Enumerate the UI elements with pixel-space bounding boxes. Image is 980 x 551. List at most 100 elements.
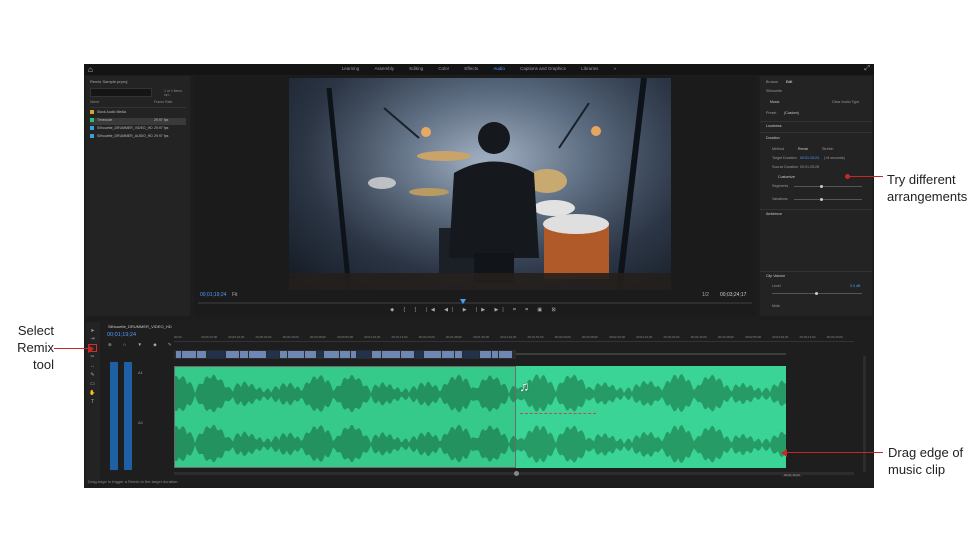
callout-line [787,452,883,453]
tab-edit[interactable]: Edit [786,80,792,84]
callout-select-remix: Select Remix tool [17,323,54,372]
customize-section[interactable]: Customize [778,175,795,179]
fullscreen-icon[interactable]: ⤢ [864,65,870,73]
clear-audio-type-button[interactable]: Clear Audio Type [832,100,859,104]
video-clip-segment[interactable] [182,351,196,358]
sequence-tab[interactable]: Silhouette_DRUMMER_VIDEO_HD [108,324,172,329]
level-slider-handle[interactable] [815,292,818,295]
video-frame[interactable] [289,78,671,290]
search-input[interactable] [90,88,152,97]
mute-checkbox[interactable]: Mute [772,304,780,308]
video-clip-segment[interactable] [340,351,350,358]
program-scrub-bar[interactable] [198,302,752,304]
video-clip-segment[interactable] [455,351,462,358]
target-duration-label: Target Duration [772,156,797,160]
video-clip-segment[interactable] [176,351,181,358]
video-clip-segment[interactable] [280,351,287,358]
workspace-tab[interactable]: Assembly [375,66,395,71]
video-clip-segment[interactable] [317,351,323,358]
pen-tool-icon[interactable]: ✎ [89,372,96,378]
program-timecode[interactable]: 00;01;19;24 [200,292,226,298]
video-clip-segment[interactable] [288,351,304,358]
video-clip-segment[interactable] [240,351,248,358]
music-clip-original[interactable] [174,366,516,468]
workspace-tab[interactable]: Effects [464,66,478,71]
source-duration-label: Source Duration [772,165,798,169]
column-fps[interactable]: Frame Rate [154,100,172,104]
video-clip-segment[interactable] [492,351,498,358]
fit-dropdown[interactable]: Fit [232,292,238,298]
workspace-tab-audio[interactable]: Audio [493,66,505,71]
segments-slider-handle[interactable] [820,185,823,188]
loudness-section[interactable]: Loudness [766,124,782,128]
video-clip-segment[interactable] [424,351,441,358]
video-clip-segment[interactable] [415,351,423,358]
workspace-tab[interactable]: Editing [409,66,423,71]
track-a2-label[interactable]: A2 [138,420,143,425]
more-workspaces-icon[interactable]: » [614,66,617,71]
waveform-channel [175,374,515,413]
video-clip-segment[interactable] [249,351,266,358]
time-ruler[interactable]: 00;00 00;00;16;00 00;00;24;00 00;00;32;00 00… [174,333,854,342]
video-clip-segment[interactable] [207,351,225,358]
project-row[interactable]: Silhouette_DRUMMER_AUDIO_HD 29.97 fps [90,134,186,141]
ambience-section[interactable]: Ambience [766,212,782,216]
program-playhead[interactable] [460,299,466,304]
column-name[interactable]: Name [90,100,99,104]
segments-slider[interactable] [794,186,862,187]
clip-volume-section[interactable]: Clip Volume [766,274,785,278]
callout-try-arrangements: Try different arrangements [887,172,968,204]
video-clip-segment[interactable] [357,351,371,358]
video-clip-segment[interactable] [372,351,381,358]
project-row[interactable]: Stock Audio Media [90,110,186,117]
level-value[interactable]: 0.0 dB [850,284,860,288]
project-row[interactable]: Silhouette_DRUMMER_VIDEO_HD 29.97 fps [90,126,186,133]
method-remix-radio[interactable]: Remix [798,147,808,151]
video-clip-segment[interactable] [480,351,491,358]
video-clip-segment[interactable] [382,351,400,358]
track-select-tool-icon[interactable]: ⇥ [89,336,96,342]
video-track-v1[interactable] [174,350,516,359]
video-clip-segment[interactable] [442,351,454,358]
workspace-tab[interactable]: Learning [342,66,360,71]
type-tool-icon[interactable]: T [89,399,96,405]
timeline-timecode[interactable]: 00;01;19;24 [107,332,136,338]
music-clip-extension[interactable] [516,366,786,468]
video-clip-segment[interactable] [463,351,479,358]
method-stretch-radio[interactable]: Stretch [822,147,833,151]
workspace-tab[interactable]: Color [438,66,449,71]
selection-tool-icon[interactable]: ➤ [89,328,96,334]
video-clip-segment[interactable] [499,351,512,358]
video-clip-segment[interactable] [197,351,206,358]
scroll-handle[interactable] [514,471,519,476]
video-clip-segment[interactable] [226,351,239,358]
video-clip-segment[interactable] [305,351,316,358]
timeline-horizontal-scrollbar[interactable] [174,471,854,476]
video-clip-segment[interactable] [324,351,339,358]
video-clip-segment[interactable] [351,351,356,358]
video-clip-segment[interactable] [267,351,279,358]
razor-tool-icon[interactable]: ✂ [89,354,96,360]
quality-dropdown[interactable]: 1/2 [702,292,709,298]
timeline-track-tools[interactable]: ⊕ ∩ ▼ ◆ ✎ [108,342,177,348]
preset-dropdown[interactable]: (Custom) [784,111,799,115]
workspace-tab[interactable]: Captions and Graphics [520,66,566,71]
timeline-vertical-scrollbar[interactable] [863,356,866,472]
callout-arrowhead [781,449,787,457]
video-clip-segment[interactable] [401,351,414,358]
remix-cursor-icon: ♫ [519,378,530,394]
workspace-tab[interactable]: Libraries [581,66,598,71]
title-bar: ⌂ Learning Assembly Editing Color Effect… [84,64,874,75]
variations-slider[interactable] [794,199,862,200]
hand-tool-icon[interactable]: ✋ [89,390,96,396]
tab-browse[interactable]: Browse [766,80,778,84]
transport-controls[interactable]: ◆ { } |◀ ◀| ▶ |▶ ▶| ⌗ ⌗ ▣ ⊠ [194,307,756,313]
variations-slider-handle[interactable] [820,198,823,201]
target-duration-value[interactable]: 00:01:19:24 [800,156,819,160]
rectangle-tool-icon[interactable]: ▭ [89,381,96,387]
duration-section[interactable]: Duration [766,136,780,140]
project-row[interactable]: Timecode 29.97 fps [90,118,186,125]
row-fps: 29.97 fps [154,118,169,122]
track-a1-label[interactable]: A1 [138,370,143,375]
slip-tool-icon[interactable]: ↔ [89,363,96,369]
